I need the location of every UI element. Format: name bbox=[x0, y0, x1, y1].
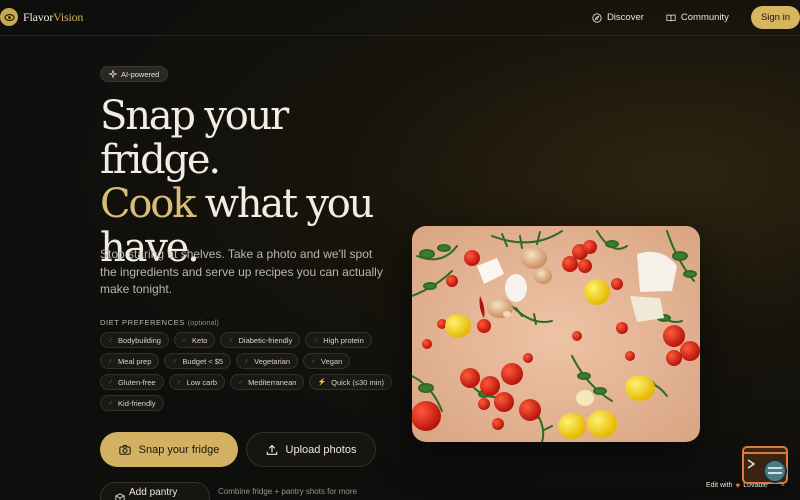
check-icon: ✓ bbox=[313, 337, 319, 344]
headline-accent-word: Cook bbox=[100, 181, 196, 227]
nav-community[interactable]: Community bbox=[666, 12, 729, 23]
box-icon bbox=[115, 493, 125, 500]
sparkle-icon bbox=[109, 70, 117, 78]
diet-chip[interactable]: ✓ Keto bbox=[173, 332, 216, 348]
diet-chip[interactable]: ✓ High protein bbox=[305, 332, 372, 348]
check-icon: ✓ bbox=[108, 400, 114, 407]
snap-fridge-button[interactable]: Snap your fridge bbox=[100, 432, 238, 467]
check-icon: ✓ bbox=[108, 379, 114, 386]
diet-chip[interactable]: ✓ Meal prep bbox=[100, 353, 160, 369]
check-icon: ✓ bbox=[108, 358, 114, 365]
check-icon: ✓ bbox=[311, 358, 317, 365]
check-icon: ✓ bbox=[181, 337, 188, 344]
upload-icon bbox=[266, 444, 277, 455]
diet-chip[interactable]: ✓ Gluten-free bbox=[100, 374, 164, 390]
add-pantry-label: Add pantry bbox=[129, 487, 178, 498]
sign-in-button[interactable]: Sign in bbox=[750, 6, 800, 29]
diet-chip[interactable]: ✓ Kid-friendly bbox=[100, 395, 164, 411]
nav-discover-label: Discover bbox=[606, 12, 644, 23]
eye-icon bbox=[0, 8, 18, 26]
check-icon: ✓ bbox=[172, 358, 178, 365]
brand-logo[interactable]: FlavorVision bbox=[0, 8, 83, 26]
upload-photos-label: Upload photos bbox=[285, 443, 357, 456]
hero-subtitle: Stop staring at shelves. Take a photo an… bbox=[100, 247, 383, 296]
camera-icon bbox=[118, 444, 131, 455]
hero-headline: Snap your fridge. Cook what you have. bbox=[100, 94, 400, 270]
diet-chip[interactable]: ⚡ Quick (≤30 min) bbox=[309, 374, 393, 390]
snap-fridge-label: Snap your fridge bbox=[138, 443, 220, 456]
ingredients-photo bbox=[412, 226, 700, 442]
diet-chip[interactable]: ✓ Diabetic-friendly bbox=[220, 332, 301, 348]
compass-icon bbox=[592, 12, 602, 23]
diet-chip[interactable]: ✓ Budget < $5 bbox=[164, 353, 232, 369]
book-open-icon bbox=[666, 14, 676, 21]
lovable-heart-icon: ♥ bbox=[735, 480, 741, 490]
nav-community-label: Community bbox=[680, 12, 729, 23]
brand-name: FlavorVision bbox=[23, 9, 84, 24]
pantry-hint: Combine fridge + pantry shots for more bbox=[218, 487, 357, 496]
diet-chip[interactable]: ✓ Vegetarian bbox=[236, 353, 298, 369]
lightning-icon: ⚡ bbox=[317, 379, 327, 386]
ai-powered-badge: AI-powered bbox=[100, 66, 169, 82]
diet-chip[interactable]: ✓ Low carb bbox=[168, 374, 226, 390]
upload-photos-button[interactable]: Upload photos bbox=[246, 432, 376, 467]
edit-with-label: Edit with bbox=[706, 481, 733, 489]
diet-chip[interactable]: ✓ Vegan bbox=[303, 353, 351, 369]
check-icon: ✓ bbox=[108, 337, 114, 344]
check-icon: ✓ bbox=[238, 379, 244, 386]
diet-chip[interactable]: ✓ Bodybuilding bbox=[100, 332, 169, 348]
check-icon: ✓ bbox=[176, 379, 182, 386]
diet-chip-group: ✓ Bodybuilding ✓ Keto ✓ Diabetic-friendly ✓… bbox=[100, 332, 400, 411]
check-icon: ✓ bbox=[244, 358, 250, 365]
diet-chip[interactable]: ✓ Mediterranean bbox=[230, 374, 305, 390]
check-icon: ✓ bbox=[228, 337, 234, 344]
diet-preferences-label: DIET PREFERENCES (optional) bbox=[100, 318, 219, 327]
top-nav: FlavorVision Discover Community Sign in bbox=[0, 0, 800, 36]
ai-powered-label: AI-powered bbox=[121, 69, 160, 79]
add-pantry-button[interactable]: Add pantry bbox=[100, 482, 210, 500]
nav-discover[interactable]: Discover bbox=[592, 12, 644, 23]
assistant-widget-icon[interactable] bbox=[742, 446, 788, 486]
headline-line1: Snap your fridge. bbox=[100, 93, 289, 183]
